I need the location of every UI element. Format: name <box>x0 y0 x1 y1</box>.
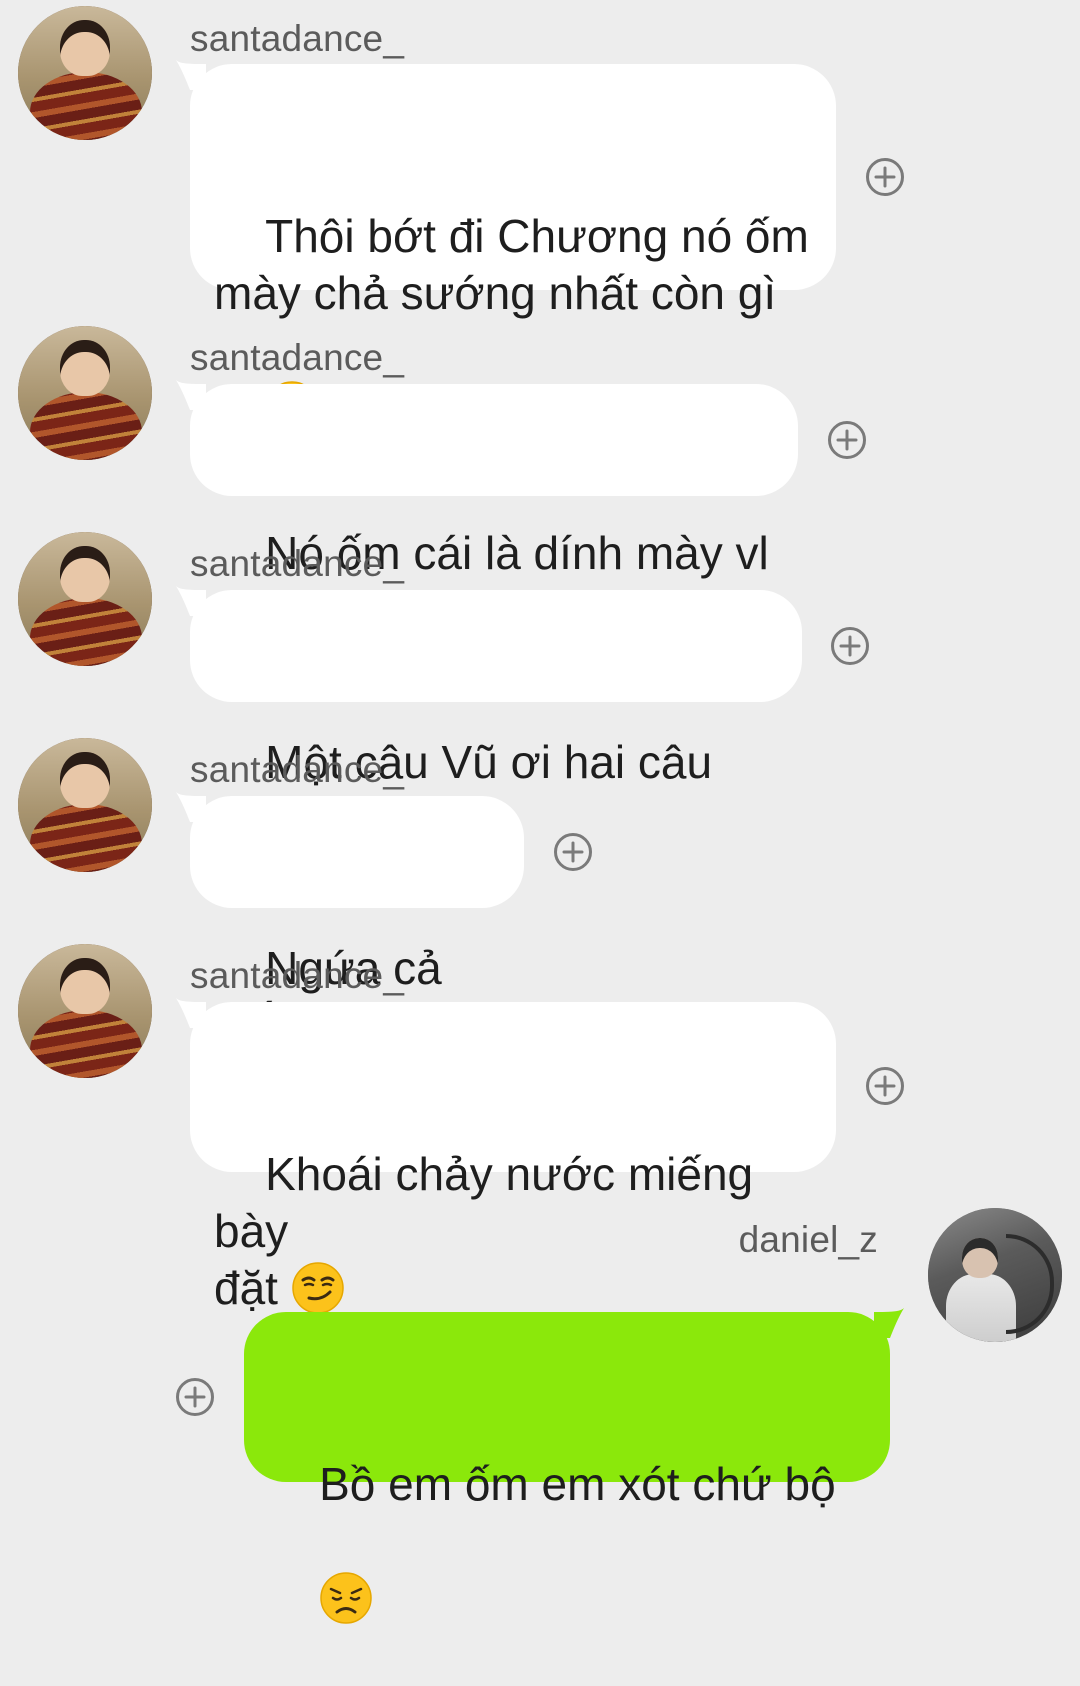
message-bubble[interactable]: Một câu Vũ ơi hai câu Vũ à <box>176 586 802 845</box>
message-bubble[interactable]: Bồ em ốm em xót chứ bộ <box>244 1308 904 1624</box>
sender-name: santadance_ <box>190 337 405 378</box>
smirking-face-emoji <box>291 1262 344 1314</box>
message-bubble[interactable]: Thôi bớt đi Chương nó ốm mày chả sướng nh… <box>176 60 836 433</box>
message-bubble[interactable]: Nó ốm cái là dính mày vl :) <box>176 380 798 636</box>
avatar[interactable] <box>18 6 152 140</box>
sender-name: santadance_ <box>190 18 405 59</box>
bubble-tail <box>176 586 206 616</box>
add-reaction-icon[interactable] <box>865 1066 905 1106</box>
add-reaction-icon[interactable] <box>865 157 905 197</box>
add-reaction-icon[interactable] <box>830 626 870 666</box>
bubble-tail <box>176 60 206 90</box>
bubble-tail <box>176 380 206 410</box>
message-text: Thôi bớt đi Chương nó ốm mày chả sướng nh… <box>214 210 809 319</box>
message-bubble[interactable]: Khoái chảy nước miếng bày đặt <box>176 998 836 1314</box>
sender-name: santadance_ <box>190 955 405 996</box>
message-text: Bồ em ốm em xót chứ bộ <box>319 1458 836 1510</box>
bubble-tail <box>176 998 206 1028</box>
avatar[interactable] <box>928 1208 1062 1342</box>
chat-thread[interactable]: santadance_ Thôi bớt đi Chương nó ốm mày … <box>0 0 1080 1624</box>
sender-name: santadance_ <box>190 749 405 790</box>
add-reaction-icon[interactable] <box>175 1377 215 1417</box>
avatar[interactable] <box>18 532 152 666</box>
sender-name: daniel_z <box>738 1219 878 1260</box>
disappointed-face-emoji <box>320 1572 372 1624</box>
avatar[interactable] <box>18 326 152 460</box>
bubble-tail <box>874 1308 904 1338</box>
bubble-tail <box>176 792 206 822</box>
add-reaction-icon[interactable] <box>827 420 867 460</box>
avatar[interactable] <box>18 944 152 1078</box>
message-bubble[interactable]: Ngứa cả mắt <box>176 792 524 1051</box>
sender-name: santadance_ <box>190 543 405 584</box>
add-reaction-icon[interactable] <box>553 832 593 872</box>
avatar[interactable] <box>18 738 152 872</box>
